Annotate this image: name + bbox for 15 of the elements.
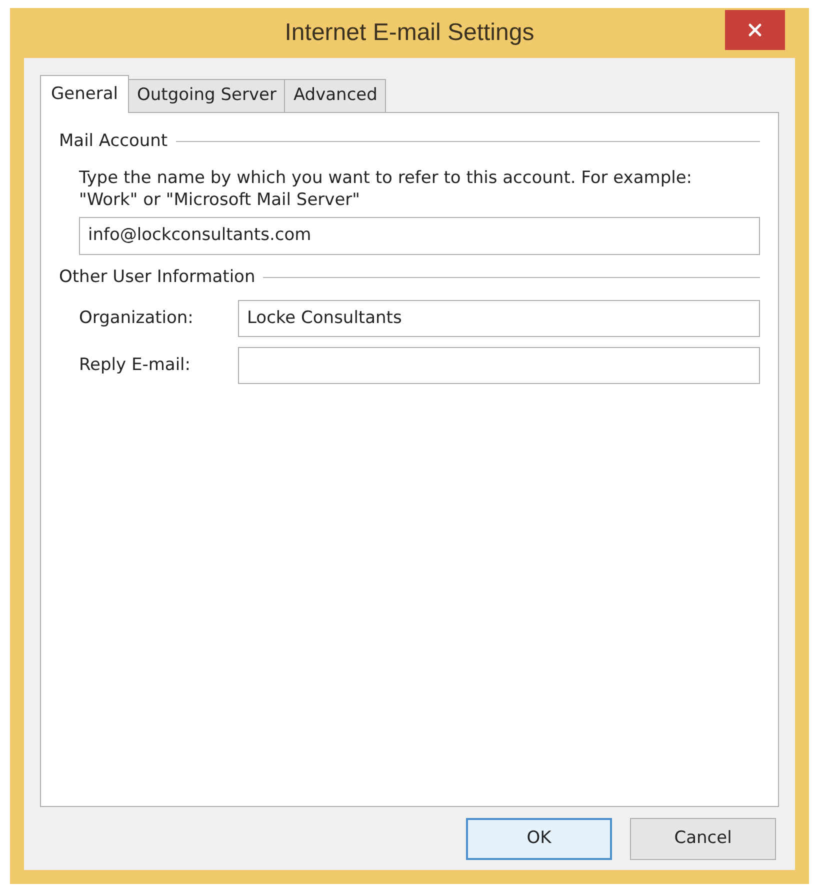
close-button[interactable] (725, 10, 785, 50)
tab[interactable]: General (40, 75, 129, 113)
description-text: Type the name by which you want to refer to this account. For example: "Work" or "Microsoft Mail Server" (79, 166, 694, 210)
group-heading: Mail Account (59, 130, 168, 153)
input-field[interactable]: Locke Consultants (238, 300, 760, 337)
tab[interactable]: Advanced (285, 79, 386, 112)
dialog-button[interactable]: Cancel (630, 818, 776, 860)
tab[interactable]: Outgoing Server (129, 79, 286, 112)
dialog-button[interactable]: OK (466, 818, 612, 860)
field-label: Organization: (79, 306, 194, 330)
field-label: Reply E-mail: (79, 354, 192, 377)
group-heading: Other User Information (59, 266, 256, 288)
input-field[interactable] (238, 347, 760, 384)
account-name-field[interactable]: info@lockconsultants.com (79, 216, 760, 254)
window-title: Internet E-mail Settings (284, 18, 534, 48)
